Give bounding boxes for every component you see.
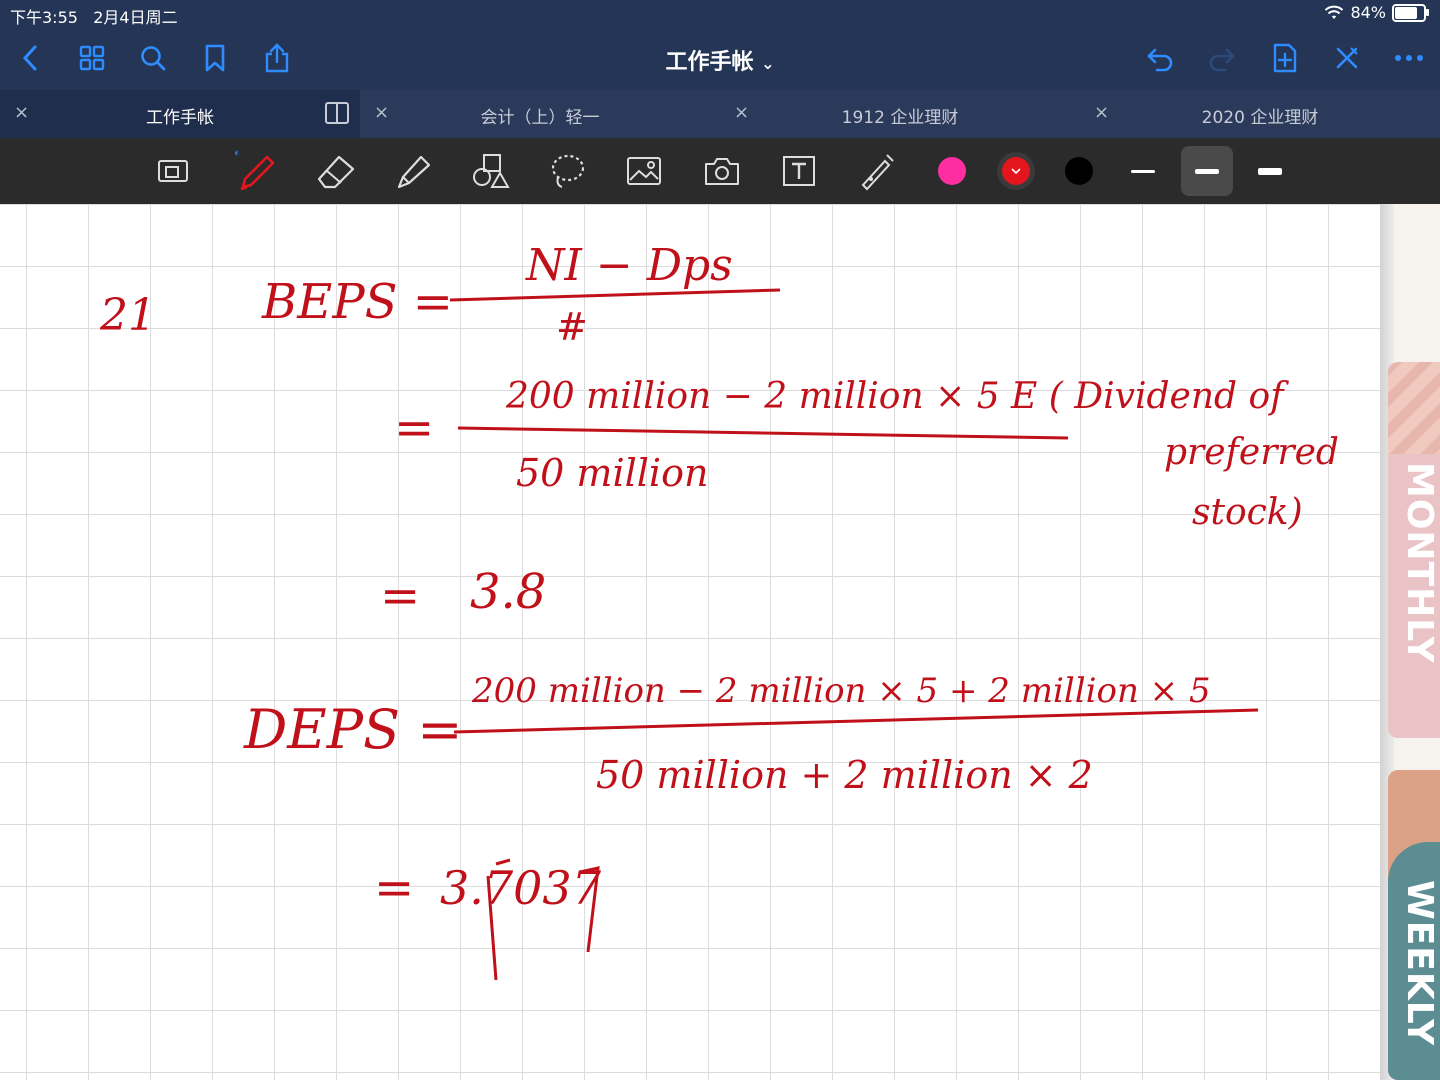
deps-denominator: 50 million + 2 million × 2 xyxy=(596,753,1093,797)
battery-percent: 84% xyxy=(1350,3,1386,22)
eraser-tool[interactable] xyxy=(312,148,358,194)
line1-numerator: 200 million − 2 million × 5 E ( Dividend… xyxy=(505,376,1289,417)
equals-sign: = xyxy=(394,400,434,456)
line1-denominator: 50 million xyxy=(516,451,708,495)
tab-label: 工作手帐 xyxy=(146,108,214,128)
result-deps: 3.7037 xyxy=(440,861,602,915)
add-page-icon xyxy=(1273,43,1297,73)
svg-text:*: * xyxy=(235,149,239,162)
redo-icon xyxy=(1209,48,1235,72)
stroke-preview xyxy=(1195,168,1219,174)
tab-finance-2020[interactable]: × 2020 企业理财 xyxy=(1080,90,1440,138)
wifi-icon xyxy=(1325,5,1344,19)
shape-tool[interactable] xyxy=(467,148,513,194)
status-time: 下午3:55 xyxy=(10,8,78,27)
chevron-down-icon: ⌄ xyxy=(761,54,775,73)
fraction-bar xyxy=(457,426,1069,440)
redo-button[interactable] xyxy=(1204,40,1240,76)
tab-label: 会计（上）轻一 xyxy=(480,108,600,128)
tab-work-journal[interactable]: × 工作手帐 xyxy=(0,90,360,138)
handwritten-notes: 21 BEPS = NI − Dps # = 200 million − 2 m… xyxy=(99,240,1339,981)
equals-sign: = xyxy=(374,860,414,916)
battery-icon xyxy=(1392,3,1429,22)
shapes-icon xyxy=(473,154,510,188)
undo-button[interactable] xyxy=(1142,40,1178,76)
color-swatch-red-fill xyxy=(1002,157,1030,185)
side-tab-label: WEEKLY xyxy=(1399,880,1440,1047)
stroke-width-medium[interactable] xyxy=(1181,146,1233,196)
chevron-down-icon xyxy=(1011,168,1021,174)
question-number: 21 xyxy=(99,290,156,341)
stroke-width-thick[interactable] xyxy=(1244,146,1296,196)
drawing-toolbar: * xyxy=(0,138,1440,204)
fraction-bar xyxy=(453,708,1259,734)
result-beps: 3.8 xyxy=(470,564,546,620)
camera-tool[interactable] xyxy=(699,148,745,194)
side-tab-monthly[interactable]: MONTHLY xyxy=(1388,362,1440,738)
status-time-date: 下午3:55 2月4日周二 xyxy=(10,4,178,28)
eraser-icon xyxy=(317,155,355,189)
tab-accounting[interactable]: × 会计（上）轻一 xyxy=(360,90,720,138)
deps-label: DEPS = xyxy=(243,698,462,761)
undo-icon xyxy=(1147,48,1173,72)
status-date: 2月4日周二 xyxy=(93,8,178,27)
stroke-preview xyxy=(1131,169,1155,173)
tab-label: 2020 企业理财 xyxy=(1201,108,1319,128)
equals-sign: = xyxy=(380,568,420,624)
beps-denominator: # xyxy=(556,305,588,349)
fraction-bar xyxy=(449,288,781,302)
line1-preferred: preferred xyxy=(1164,432,1339,473)
more-icon xyxy=(1395,55,1423,61)
nav-bar: 工作手帐 ⌄ xyxy=(0,28,1440,90)
tab-close-icon[interactable]: × xyxy=(1094,102,1109,123)
laser-pointer-icon xyxy=(861,154,894,191)
color-swatch-red[interactable] xyxy=(997,152,1035,190)
camera-icon xyxy=(705,158,739,185)
lasso-icon xyxy=(551,154,585,188)
tab-close-icon[interactable]: × xyxy=(14,102,29,123)
stroke-preview xyxy=(1258,167,1282,175)
image-tool[interactable] xyxy=(621,148,667,194)
text-tool[interactable] xyxy=(776,148,822,194)
more-button[interactable] xyxy=(1391,40,1427,76)
add-page-button[interactable] xyxy=(1267,40,1303,76)
laser-pointer-tool[interactable] xyxy=(854,148,900,194)
side-tab-label: MONTHLY xyxy=(1399,462,1440,664)
line1-stock: stock) xyxy=(1192,492,1303,533)
side-tab-weekly[interactable]: WEEKLY xyxy=(1388,770,1440,1080)
battery-fill xyxy=(1395,6,1417,19)
beps-numerator: NI − Dps xyxy=(525,240,733,291)
color-swatch-pink[interactable] xyxy=(938,157,966,185)
tab-close-icon[interactable]: × xyxy=(734,102,749,123)
document-tabs: × 工作手帐 × 会计（上）轻一 × 1912 企业理财 × 2020 企业理财 xyxy=(0,90,1440,138)
pen-icon: * xyxy=(235,149,275,191)
text-box-icon xyxy=(783,156,815,186)
image-icon xyxy=(627,157,661,185)
split-view-icon[interactable] xyxy=(324,100,350,126)
tab-finance-1912[interactable]: × 1912 企业理财 xyxy=(720,90,1080,138)
tab-label: 1912 企业理财 xyxy=(841,108,959,128)
pen-tool[interactable]: * xyxy=(234,148,280,194)
color-swatch-black[interactable] xyxy=(1065,157,1093,185)
close-pen-button[interactable] xyxy=(1329,40,1365,76)
zoom-window-icon xyxy=(158,160,188,182)
highlighter-icon xyxy=(397,155,431,189)
zoom-window-tool[interactable] xyxy=(150,148,196,194)
deps-numerator: 200 million − 2 million × 5 + 2 million … xyxy=(471,671,1211,711)
tab-close-icon[interactable]: × xyxy=(374,102,389,123)
stroke-width-thin[interactable] xyxy=(1117,146,1169,196)
lasso-tool[interactable] xyxy=(545,148,591,194)
beps-label: BEPS = xyxy=(261,274,453,330)
status-indicators: 84% xyxy=(1324,3,1429,22)
highlighter-tool[interactable] xyxy=(390,148,436,194)
status-bar: 下午3:55 2月4日周二 84% xyxy=(0,0,1440,28)
document-title: 工作手帐 xyxy=(665,50,754,75)
close-pen-icon xyxy=(1336,47,1358,69)
